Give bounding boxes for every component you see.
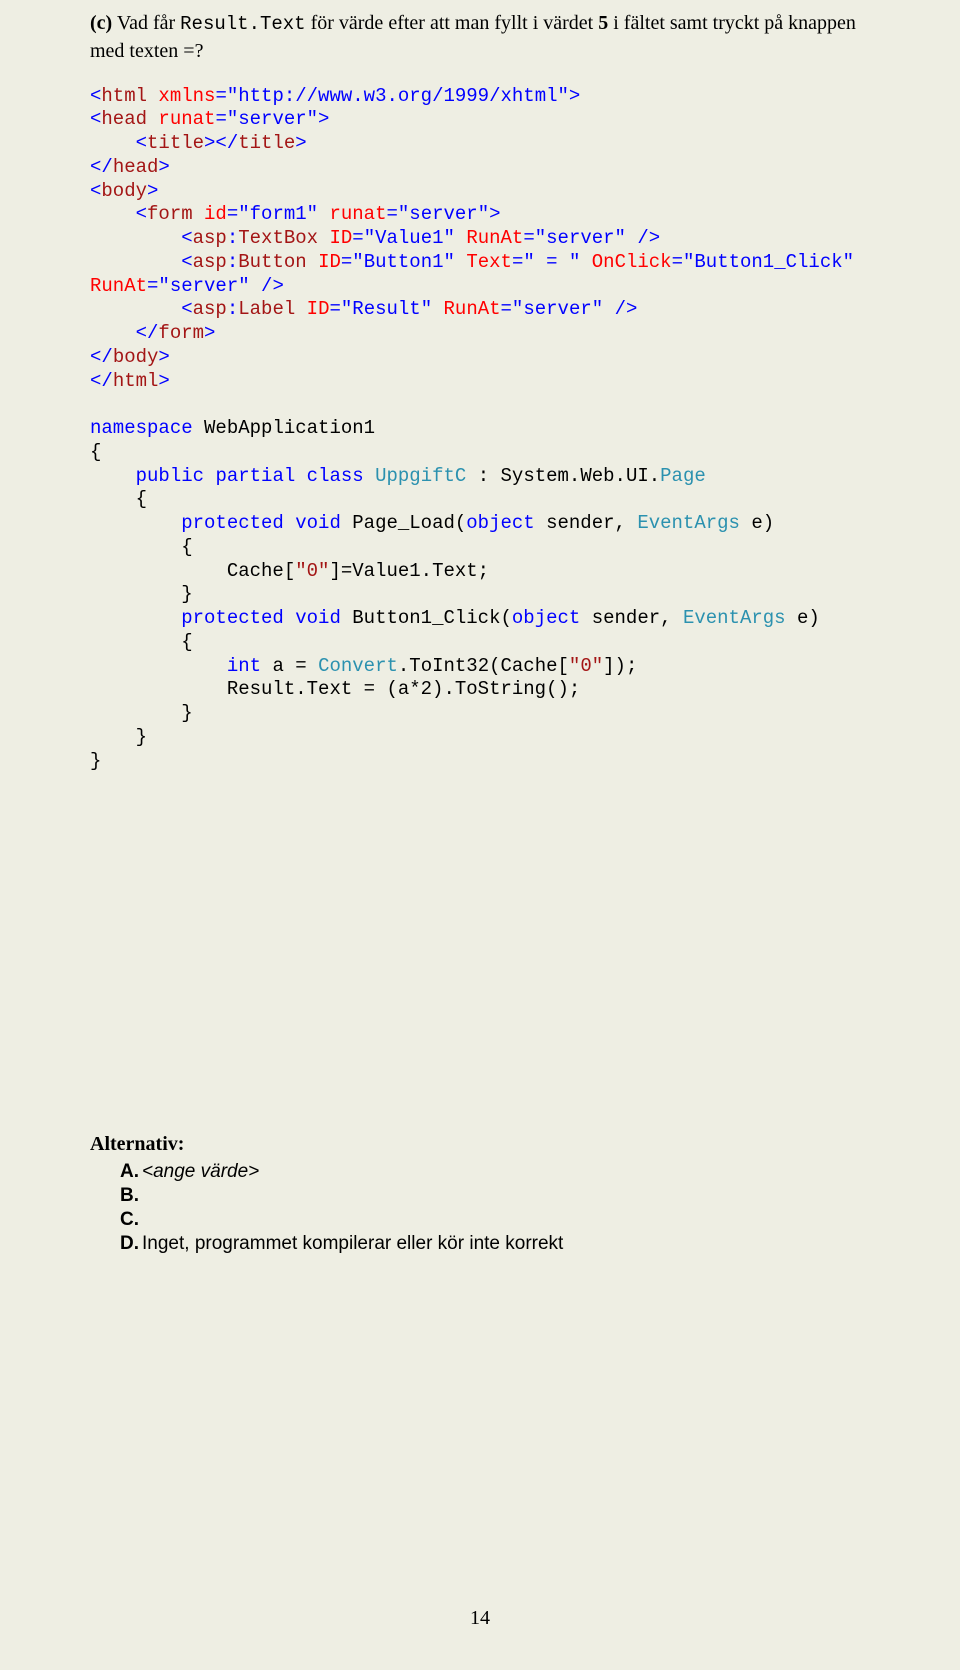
code-block: <html xmlns="http://www.w3.org/1999/xhtm…	[90, 85, 870, 774]
question-text-1: Vad får	[112, 12, 180, 34]
question-label: (c)	[90, 12, 112, 34]
question-text-2: för värde efter att man fyllt i värdet	[306, 12, 599, 34]
alternative-item: D.Inget, programmet kompilerar eller kör…	[120, 1233, 870, 1255]
alternatives-heading: Alternativ:	[90, 1133, 870, 1156]
alternatives-section: Alternativ: A.<ange värde>B.C.D.Inget, p…	[90, 1133, 870, 1255]
alternatives-list: A.<ange värde>B.C.D.Inget, programmet ko…	[90, 1161, 870, 1255]
alternative-label: D.	[120, 1233, 142, 1255]
question-bold-value: 5	[598, 12, 608, 34]
alternative-label: B.	[120, 1185, 142, 1207]
alternative-label: A.	[120, 1161, 142, 1183]
page-number: 14	[0, 1607, 960, 1630]
question-paragraph: (c) Vad får Result.Text för värde efter …	[90, 10, 870, 65]
alternative-text: <ange värde>	[142, 1161, 259, 1182]
alternative-label: C.	[120, 1209, 142, 1231]
document-page: (c) Vad får Result.Text för värde efter …	[0, 0, 960, 1670]
alternative-item: A.<ange värde>	[120, 1161, 870, 1183]
question-mono: Result.Text	[180, 13, 305, 35]
alternative-item: C.	[120, 1209, 870, 1231]
alternative-text: Inget, programmet kompilerar eller kör i…	[142, 1233, 563, 1254]
alternative-item: B.	[120, 1185, 870, 1207]
